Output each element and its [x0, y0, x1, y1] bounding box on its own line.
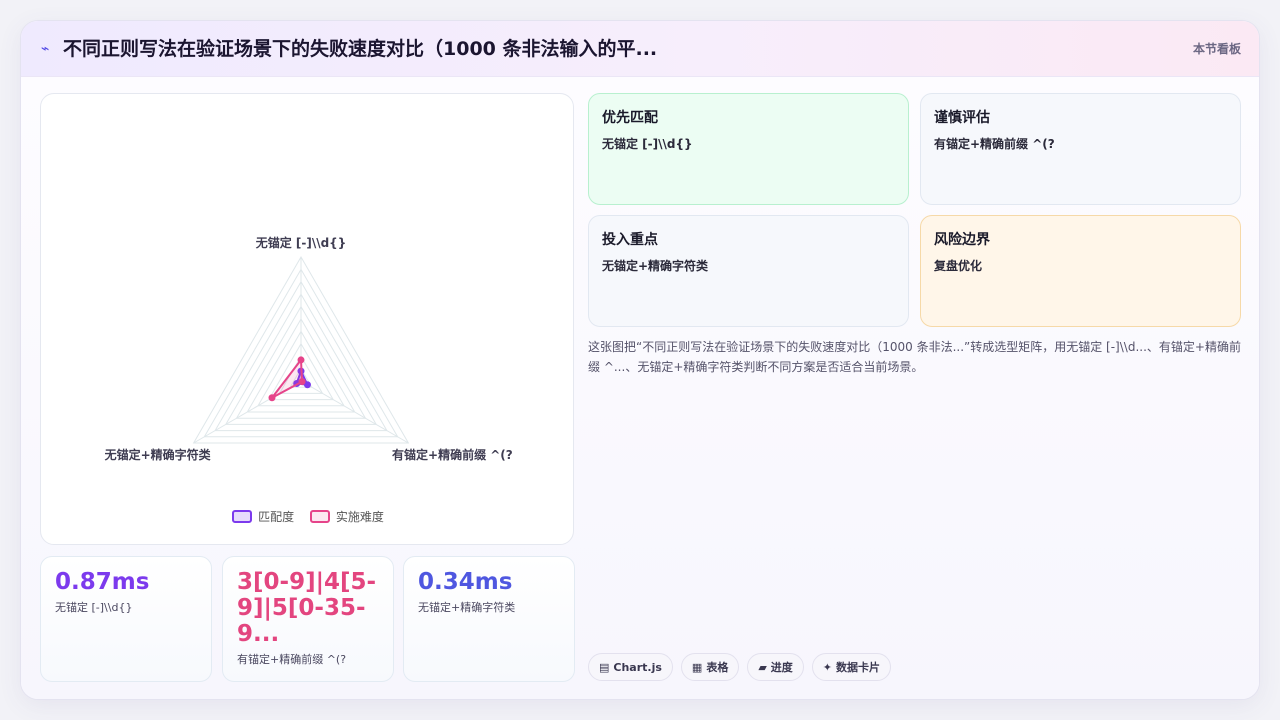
info-card-priority: 优先匹配 无锚定 [-]\\d{} — [588, 93, 909, 205]
chart-spark-icon: ⌁ — [41, 41, 50, 57]
header-bar: ⌁ 不同正则写法在验证场景下的失败速度对比（1000 条非法输入的平... 本节… — [21, 21, 1259, 77]
radar-data-point — [298, 378, 306, 386]
chip-label: 数据卡片 — [836, 661, 881, 674]
stat-value: 0.34ms — [418, 569, 513, 595]
sparkle-icon: ✦ — [822, 660, 833, 674]
radar-axis-label: 有锚定+精确前缀 ^(? — [392, 447, 513, 462]
radar-series-area — [271, 357, 304, 399]
stat-label: 有锚定+精确前缀 ^(? — [237, 653, 347, 666]
legend-swatch-purple — [232, 510, 253, 523]
info-card-text: 无锚定+精确字符类 — [602, 259, 709, 273]
chip-label: Chart.js — [613, 660, 662, 674]
radar-chart-card: 无锚定 [-]\\d{} 有锚定+精确前缀 ^(? 无锚定+精确字符类 匹配度 实施… — [40, 93, 574, 545]
info-card-text: 无锚定 [-]\\d{} — [602, 137, 693, 151]
legend-item-match[interactable]: 匹配度 — [232, 508, 294, 525]
stat-card: 3[0-9]|4[5-9]|5[0-35-9... 有锚定+精确前缀 ^(? — [222, 556, 394, 682]
chip-progress[interactable]: ▰ 进度 — [747, 653, 804, 681]
info-card-text: 有锚定+精确前缀 ^(? — [934, 137, 1055, 151]
chart-icon: ▤ — [599, 660, 610, 674]
info-card-title: 投入重点 — [602, 232, 658, 248]
legend-item-difficulty[interactable]: 实施难度 — [309, 508, 384, 525]
legend-swatch-pink — [309, 510, 330, 523]
stat-value: 0.87ms — [55, 569, 150, 595]
legend-label: 匹配度 — [258, 510, 295, 524]
info-card-title: 风险边界 — [934, 232, 990, 248]
chart-legend: 匹配度 实施难度 — [41, 508, 575, 526]
info-card-title: 优先匹配 — [602, 110, 658, 126]
chip-chartjs[interactable]: ▤ Chart.js — [588, 653, 673, 681]
progress-icon: ▰ — [758, 660, 767, 674]
info-card-investment: 投入重点 无锚定+精确字符类 — [588, 215, 909, 327]
info-card-title: 谨慎评估 — [934, 110, 990, 126]
info-card-risk: 风险边界 复盘优化 — [920, 215, 1241, 327]
stat-label: 无锚定+精确字符类 — [418, 601, 516, 614]
info-card-caution: 谨慎评估 有锚定+精确前缀 ^(? — [920, 93, 1241, 205]
chart-description: 这张图把“不同正则写法在验证场景下的失败速度对比（1000 条非法...”转成选… — [588, 340, 1241, 374]
page-title: 不同正则写法在验证场景下的失败速度对比（1000 条非法输入的平... — [63, 38, 658, 60]
stat-value: 3[0-9]|4[5-9]|5[0-35-9... — [237, 569, 377, 647]
radar-data-point — [297, 356, 305, 364]
radar-data-point — [268, 394, 276, 402]
dashboard-panel: ⌁ 不同正则写法在验证场景下的失败速度对比（1000 条非法输入的平... 本节… — [20, 20, 1260, 700]
chip-label: 表格 — [706, 661, 729, 674]
table-icon: ▦ — [691, 660, 703, 674]
section-board-label[interactable]: 本节看板 — [1193, 39, 1241, 59]
radar-axis-label: 无锚定 [-]\\d{} — [255, 235, 347, 250]
info-card-text: 复盘优化 — [934, 259, 983, 273]
chip-label: 进度 — [770, 661, 793, 674]
tag-chips: ▤ Chart.js ▦ 表格 ▰ 进度 ✦ 数据卡片 — [588, 653, 892, 681]
stat-card: 0.87ms 无锚定 [-]\\d{} — [40, 556, 212, 682]
radar-axis-label: 无锚定+精确字符类 — [104, 447, 212, 462]
stat-card: 0.34ms 无锚定+精确字符类 — [403, 556, 575, 682]
chip-data-cards[interactable]: ✦ 数据卡片 — [811, 653, 892, 681]
radar-chart: 无锚定 [-]\\d{} 有锚定+精确前缀 ^(? 无锚定+精确字符类 — [104, 235, 513, 462]
chip-table[interactable]: ▦ 表格 — [680, 653, 740, 681]
stat-label: 无锚定 [-]\\d{} — [55, 601, 133, 614]
legend-label: 实施难度 — [335, 510, 384, 524]
